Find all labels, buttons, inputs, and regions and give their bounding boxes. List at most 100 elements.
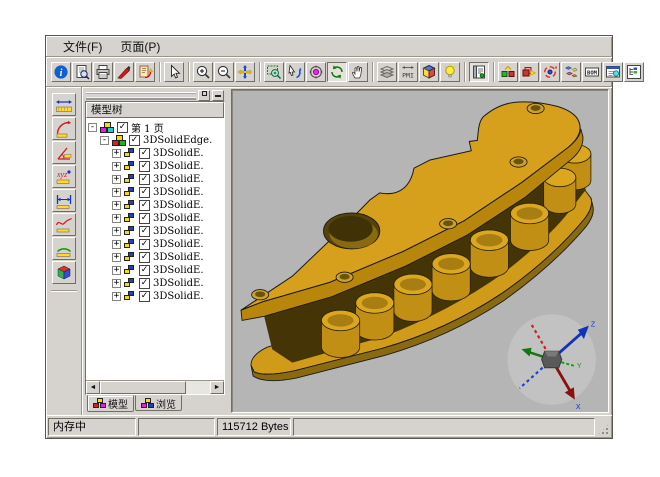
assembly-checkbox[interactable]	[129, 135, 140, 146]
solid-icon	[124, 226, 136, 237]
solid-checkbox[interactable]	[139, 252, 150, 263]
toolbar-separator	[159, 62, 161, 82]
report-view-button[interactable]	[603, 62, 623, 82]
collapse-toggle[interactable]	[88, 123, 97, 132]
info-button[interactable]: i	[51, 62, 71, 82]
expand-toggle[interactable]	[112, 266, 121, 275]
print-button[interactable]	[93, 62, 113, 82]
explode-view-button[interactable]	[561, 62, 581, 82]
markup-pen-button[interactable]	[114, 62, 134, 82]
tree-label[interactable]: 3DSolidE.	[153, 161, 204, 172]
main-area: xyz 模型树 第 1 页	[46, 87, 612, 415]
tree-row-solid: 3DSolidE.	[86, 199, 224, 212]
zoom-out-button[interactable]	[214, 62, 234, 82]
tree-label[interactable]: 3DSolidE.	[153, 239, 204, 250]
panel-drag-grip[interactable]	[86, 92, 196, 99]
expand-toggle[interactable]	[112, 201, 121, 210]
menu-file[interactable]: 文件(F)	[56, 36, 109, 57]
solid-checkbox[interactable]	[139, 187, 150, 198]
tab-model[interactable]: 模型	[87, 395, 134, 412]
notebook-view-button[interactable]	[469, 62, 489, 82]
panel-hide-button[interactable]	[212, 90, 224, 101]
resize-grip[interactable]	[597, 423, 610, 436]
orientation-trackball[interactable]: Z X Y	[507, 314, 595, 411]
zoom-pointer-button[interactable]	[285, 62, 305, 82]
solid-checkbox[interactable]	[139, 161, 150, 172]
expand-toggle[interactable]	[112, 214, 121, 223]
layers-icon	[379, 64, 395, 80]
view-cube-button[interactable]	[419, 62, 439, 82]
solid-checkbox[interactable]	[139, 291, 150, 302]
solid-checkbox[interactable]	[139, 265, 150, 276]
orbit-point-button[interactable]	[306, 62, 326, 82]
rotate-part-button[interactable]	[540, 62, 560, 82]
tree-label[interactable]: 3DSolidE.	[153, 174, 204, 185]
solid-checkbox[interactable]	[139, 200, 150, 211]
measure-distance-horizontal-button[interactable]	[52, 93, 76, 116]
tree-label[interactable]: 3DSolidE.	[153, 265, 204, 276]
expand-toggle[interactable]	[112, 175, 121, 184]
layers-button[interactable]	[377, 62, 397, 82]
print-preview-button[interactable]	[72, 62, 92, 82]
tree-label[interactable]: 3DSolidE.	[153, 200, 204, 211]
expand-toggle[interactable]	[112, 188, 121, 197]
expand-toggle[interactable]	[112, 279, 121, 288]
light-button[interactable]	[440, 62, 460, 82]
model-tree-view-button[interactable]	[624, 62, 644, 82]
tree-label[interactable]: 3DSolidE.	[153, 291, 204, 302]
expand-toggle[interactable]	[112, 162, 121, 171]
measure-radius-button[interactable]	[52, 117, 76, 140]
scroll-right-arrow[interactable]	[210, 381, 224, 394]
app-window: 文件(F) 页面(P) i PMI BOM	[45, 35, 613, 439]
solid-checkbox[interactable]	[139, 213, 150, 224]
expand-toggle[interactable]	[112, 240, 121, 249]
scroll-track[interactable]	[186, 381, 210, 394]
tab-browse[interactable]: 浏览	[135, 395, 182, 411]
solid-checkbox[interactable]	[139, 278, 150, 289]
solid-checkbox[interactable]	[139, 239, 150, 250]
rotate-view-button[interactable]	[327, 62, 347, 82]
measure-curve-length-button[interactable]	[52, 213, 76, 236]
tree-horizontal-scrollbar	[86, 380, 224, 394]
expand-toggle[interactable]	[112, 227, 121, 236]
solid-icon	[124, 265, 136, 276]
solid-checkbox[interactable]	[139, 148, 150, 159]
expand-toggle[interactable]	[112, 149, 121, 158]
export-page-button[interactable]	[135, 62, 155, 82]
page-icon	[100, 122, 114, 134]
tree-label[interactable]: 3DSolidE.	[153, 213, 204, 224]
move-part-button[interactable]	[519, 62, 539, 82]
tree-label[interactable]: 第 1 页	[131, 120, 164, 135]
pmi-button[interactable]: PMI	[398, 62, 418, 82]
zoom-window-button[interactable]	[264, 62, 284, 82]
collapse-toggle[interactable]	[100, 136, 109, 145]
panel-float-button[interactable]	[198, 90, 210, 101]
hand-pan-button[interactable]	[348, 62, 368, 82]
measure-solid-button[interactable]	[52, 261, 76, 284]
measure-coordinate-button[interactable]: xyz	[52, 165, 76, 188]
page-checkbox[interactable]	[117, 122, 128, 133]
expand-toggle[interactable]	[112, 253, 121, 262]
measure-arc-button[interactable]	[52, 237, 76, 260]
bom-table-button[interactable]: BOM	[582, 62, 602, 82]
solid-checkbox[interactable]	[139, 226, 150, 237]
solid-checkbox[interactable]	[139, 174, 150, 185]
assembly-select-button[interactable]	[498, 62, 518, 82]
tree-label[interactable]: 3DSolidE.	[153, 278, 204, 289]
select-cursor-button[interactable]	[164, 62, 184, 82]
pan-arrows-button[interactable]	[235, 62, 255, 82]
measure-distance-button[interactable]	[52, 189, 76, 212]
tree-label[interactable]: 3DSolidEdge.	[143, 135, 212, 146]
scroll-thumb[interactable]	[100, 381, 186, 394]
zoom-in-button[interactable]	[193, 62, 213, 82]
view-cube-icon	[421, 64, 437, 80]
tree-label[interactable]: 3DSolidE.	[153, 187, 204, 198]
tree-label[interactable]: 3DSolidE.	[153, 252, 204, 263]
tree-label[interactable]: 3DSolidE.	[153, 148, 204, 159]
scroll-left-arrow[interactable]	[86, 381, 100, 394]
viewport-3d[interactable]: Z X Y	[231, 89, 609, 413]
expand-toggle[interactable]	[112, 292, 121, 301]
tree-label[interactable]: 3DSolidE.	[153, 226, 204, 237]
menu-page[interactable]: 页面(P)	[113, 36, 167, 57]
measure-angle-button[interactable]	[52, 141, 76, 164]
